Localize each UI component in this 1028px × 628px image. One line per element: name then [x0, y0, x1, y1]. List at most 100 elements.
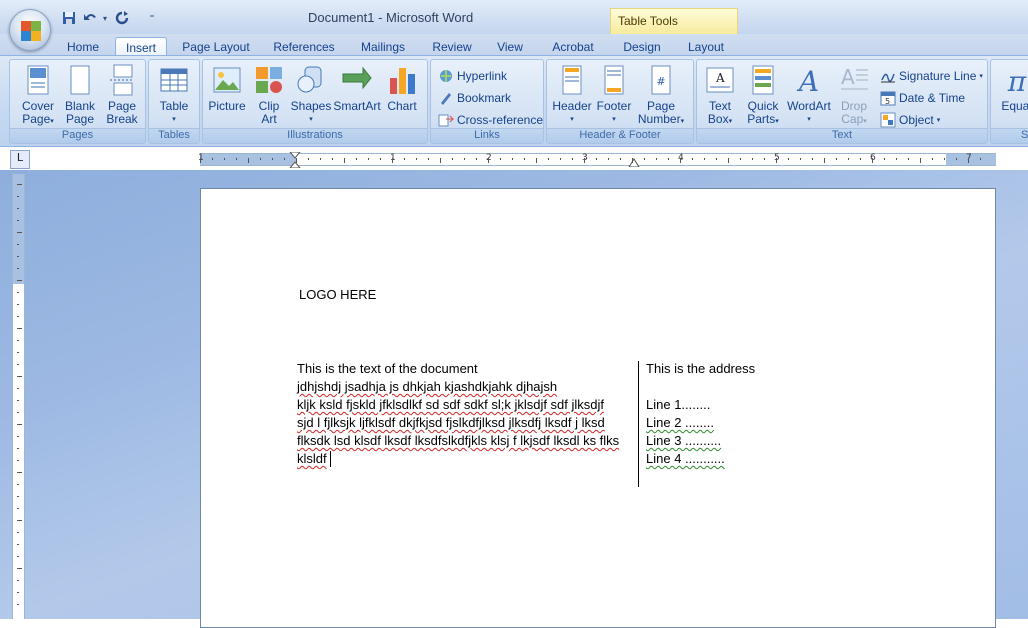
table-column-border[interactable]: [638, 361, 639, 487]
wordart-button[interactable]: A WordArt ▾: [785, 64, 833, 126]
text-box-button[interactable]: A Text Box▾: [698, 64, 742, 128]
title-bar: ▾ ⁼ Document1 - Microsoft Word Table Too…: [0, 0, 1028, 35]
signature-line-icon: [880, 68, 896, 84]
ruler-tick: [17, 484, 19, 485]
window-title: Document1 - Microsoft Word: [308, 10, 474, 25]
ruler-tick: [584, 158, 585, 163]
ruler-tick: [17, 424, 22, 425]
ruler-tick: [224, 158, 225, 160]
ruler-tick: [17, 592, 19, 593]
equation-button[interactable]: π Equat: [995, 64, 1028, 113]
ruler-tick: [764, 158, 765, 160]
document-page[interactable]: LOGO HERE This is the text of the docume…: [200, 188, 996, 628]
ruler-tick: [716, 158, 717, 160]
redo-icon[interactable]: [113, 9, 131, 27]
address-line[interactable]: Line 4 ...........: [646, 450, 725, 468]
group-label-links: Links: [431, 128, 543, 143]
indent-marker-icon[interactable]: [288, 152, 302, 168]
page-number-button[interactable]: # Page Number▾: [636, 64, 686, 128]
body-line[interactable]: klsldf: [297, 450, 327, 468]
page-break-button[interactable]: Page Break: [100, 64, 144, 126]
ruler-tick: [740, 158, 741, 160]
object-button[interactable]: Object ▾: [880, 110, 940, 129]
ruler-tick: [800, 158, 801, 160]
ruler-tick: [656, 158, 657, 160]
tab-review[interactable]: Review: [426, 37, 478, 57]
body-line[interactable]: jdhjshdj jsadhja js dhkjah kjashdkjahk d…: [297, 378, 557, 396]
logo-placeholder-text[interactable]: LOGO HERE: [299, 286, 376, 304]
shapes-button[interactable]: Shapes ▾: [289, 64, 333, 126]
tab-acrobat[interactable]: Acrobat: [545, 37, 601, 57]
ruler-tick: [17, 460, 19, 461]
tab-home[interactable]: Home: [60, 37, 106, 57]
chart-button[interactable]: Chart: [380, 64, 424, 113]
tab-layout[interactable]: Layout: [680, 37, 732, 57]
body-line[interactable]: This is the text of the document: [297, 360, 478, 378]
ruler-tick: [248, 158, 249, 163]
ruler-tick: [17, 328, 22, 329]
body-line[interactable]: kljk ksld fjskld jfklsdlkf sd sdf sdkf s…: [297, 396, 604, 414]
text-box-icon: A: [704, 64, 736, 96]
group-symbols: π Equat S: [990, 59, 1028, 144]
clip-art-button[interactable]: Clip Art: [247, 64, 291, 126]
ruler-tick: [920, 158, 921, 163]
svg-text:A: A: [796, 65, 819, 96]
body-line[interactable]: sjd l fjlksjk ljfklsdf dkjfkjsd fjslkdfj…: [297, 414, 605, 432]
address-line[interactable]: Line 1........: [646, 396, 710, 414]
tab-references[interactable]: References: [268, 37, 340, 57]
svg-text:A: A: [715, 71, 725, 85]
table-icon: [158, 64, 190, 96]
smartart-button[interactable]: SmartArt: [332, 64, 382, 113]
address-heading[interactable]: This is the address: [646, 360, 755, 378]
blank-page-button[interactable]: Blank Page: [58, 64, 102, 126]
horizontal-ruler[interactable]: 1 1 2 3 4 5 6 7: [198, 152, 996, 168]
undo-icon[interactable]: [82, 9, 100, 27]
ruler-tick: [524, 158, 525, 160]
ruler-tick: [380, 158, 381, 160]
picture-button[interactable]: Picture: [205, 64, 249, 113]
chart-icon: [386, 64, 418, 96]
tab-view[interactable]: View: [490, 37, 530, 57]
cover-page-button[interactable]: Cover Page▾: [16, 64, 60, 128]
ruler-tick: [17, 520, 22, 521]
tab-selector[interactable]: L: [10, 150, 30, 169]
right-indent-marker-icon[interactable]: [628, 157, 640, 167]
vertical-ruler[interactable]: [12, 174, 25, 619]
tab-page-layout[interactable]: Page Layout: [178, 37, 254, 57]
svg-text:π: π: [1007, 65, 1027, 96]
date-time-button[interactable]: 5 Date & Time: [880, 88, 965, 107]
group-tables: Table ▾ Tables: [148, 59, 200, 144]
ruler-tick: [17, 412, 19, 413]
tab-mailings[interactable]: Mailings: [352, 37, 414, 57]
header-button[interactable]: Header ▾: [550, 64, 594, 126]
ruler-tick: [728, 158, 729, 163]
signature-line-button[interactable]: Signature Line ▾: [880, 66, 983, 85]
footer-icon: [598, 64, 630, 96]
customize-qat-icon[interactable]: ⁼: [143, 9, 161, 27]
address-line[interactable]: Line 3 ..........: [646, 432, 721, 450]
office-button[interactable]: [9, 9, 51, 51]
address-line[interactable]: Line 2 ........: [646, 414, 714, 432]
body-line[interactable]: flksdk lsd klsdf lksdf lksdfslkdfjkls kl…: [297, 432, 619, 450]
quick-parts-button[interactable]: Quick Parts▾: [741, 64, 785, 128]
ruler-tick: [848, 158, 849, 160]
footer-button[interactable]: Footer ▾: [592, 64, 636, 126]
save-icon[interactable]: [60, 9, 78, 27]
undo-dropdown-icon[interactable]: ▾: [100, 9, 110, 27]
ruler-tick: [416, 158, 417, 160]
ruler-tick: [17, 184, 22, 185]
ruler-tick: [17, 388, 19, 389]
ruler-tick: [17, 268, 19, 269]
group-label-illustrations: Illustrations: [203, 128, 427, 143]
ruler-tick: [932, 158, 933, 160]
table-button[interactable]: Table ▾: [152, 64, 196, 126]
drop-cap-button[interactable]: A Drop Cap▾: [832, 64, 876, 128]
group-label-tables: Tables: [149, 128, 199, 143]
tab-design[interactable]: Design: [616, 37, 668, 57]
bookmark-button[interactable]: Bookmark: [438, 88, 511, 107]
group-pages: Cover Page▾ Blank Page Page Break Pages: [9, 59, 146, 144]
hyperlink-button[interactable]: Hyperlink: [438, 66, 507, 85]
ruler-tick: [500, 158, 501, 160]
ruler-tick: [956, 158, 957, 160]
cross-reference-button[interactable]: Cross-reference: [438, 110, 543, 129]
